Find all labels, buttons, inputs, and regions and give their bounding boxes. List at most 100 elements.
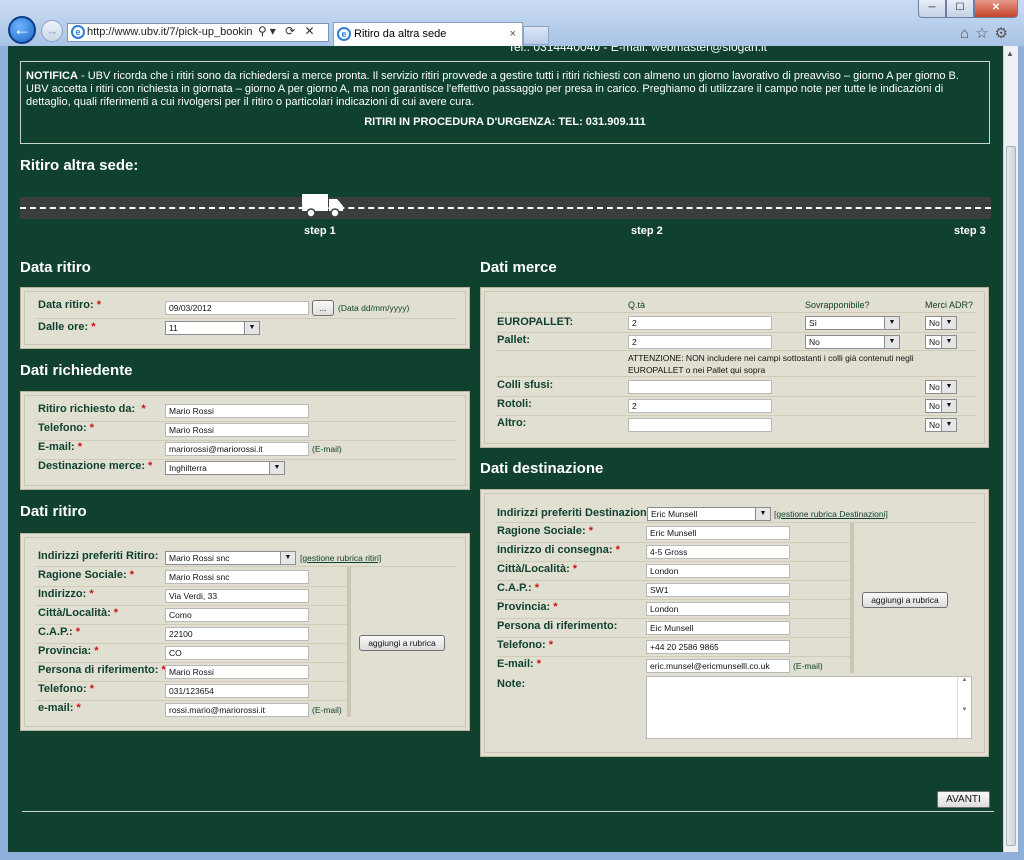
dest-field-input[interactable]: +44 20 2586 9865	[646, 640, 790, 654]
data-ritiro-title: Data ritiro	[20, 259, 91, 276]
textarea-scrollbar[interactable]: ▲ ▼	[957, 677, 971, 738]
dest-field-input[interactable]: Eic Munsell	[646, 621, 790, 635]
hour-select[interactable]: 11 ▼	[165, 321, 260, 335]
scrollbar-thumb[interactable]	[1006, 146, 1016, 846]
ritiro-field-input[interactable]: 22100	[165, 627, 309, 641]
richiedente-phone-label: Telefono: *	[38, 422, 95, 434]
chevron-down-icon: ▼	[244, 322, 259, 334]
merce-qty-pallet[interactable]: 2	[628, 335, 772, 349]
chevron-down-icon: ▼	[941, 317, 956, 329]
address-tools[interactable]: ⚲▾ ⟳ ✕	[258, 24, 318, 38]
dest-field-label: Ragione Sociale: *	[497, 525, 593, 537]
ritiro-title: Dati ritiro	[20, 503, 87, 520]
dest-field-input[interactable]: London	[646, 564, 790, 578]
ritiro-field-label: C.A.P.: *	[38, 626, 80, 638]
ritiro-field-input[interactable]: CO	[165, 646, 309, 660]
destinazione-merce-select[interactable]: Inghilterra ▼	[165, 461, 285, 475]
ritiro-field-label: e-mail: *	[38, 702, 81, 714]
richiedente-email-input[interactable]: mariorossi@mariorossi.it	[165, 442, 309, 456]
chevron-down-icon: ▼	[941, 381, 956, 393]
merce-title: Dati merce	[480, 259, 557, 276]
date-input[interactable]: 09/03/2012	[165, 301, 309, 315]
merce-qty-rotoli[interactable]: 2	[628, 399, 772, 413]
browser-toolbar: ─ ☐ ✕ ← → e http://www.ubv.it/7/pick-up_…	[0, 0, 1024, 47]
home-icon[interactable]: ⌂	[960, 25, 975, 42]
chevron-down-icon: ▼	[884, 336, 899, 348]
merce-qty-europallet[interactable]: 2	[628, 316, 772, 330]
note-label: Note:	[497, 678, 526, 690]
chevron-down-icon: ▼	[941, 336, 956, 348]
window-frame-right	[1017, 46, 1024, 860]
richiedente-phone-input[interactable]: Mario Rossi	[165, 423, 309, 437]
dest-rubrica-link[interactable]: [gestione rubrica Destinazioni]	[774, 509, 888, 519]
ritiro-rubrica-link[interactable]: [gestione rubrica ritiri]	[300, 553, 381, 563]
merce-adr-altro[interactable]: No ▼	[925, 418, 957, 432]
ritiro-field-label: Città/Località: *	[38, 607, 119, 619]
merce-adr-pallet[interactable]: No ▼	[925, 335, 957, 349]
ritiro-field-label: Ragione Sociale: *	[38, 569, 134, 581]
dest-field-input[interactable]: London	[646, 602, 790, 616]
data-ritiro-panel: Data ritiro: * 09/03/2012 ... (Data dd/m…	[20, 287, 470, 349]
tab-close-icon[interactable]: ×	[510, 23, 516, 45]
merce-label-pallet: Pallet:	[497, 334, 531, 346]
ritiro-email-hint: (E-mail)	[312, 705, 342, 715]
chevron-down-icon: ▼	[941, 400, 956, 412]
merce-adr-colli[interactable]: No ▼	[925, 380, 957, 394]
favorites-star-icon[interactable]: ☆	[975, 25, 994, 42]
merce-stack-pallet[interactable]: No ▼	[805, 335, 900, 349]
notice-label: NOTIFICA	[26, 70, 78, 82]
merce-col-adr: Merci ADR?	[925, 300, 974, 310]
destinazione-panel: Indirizzi preferiti Destinazioni: Eric M…	[480, 489, 989, 757]
tab-ritiro[interactable]: e Ritiro da altra sede ×	[333, 22, 523, 46]
ritiro-field-input[interactable]: Como	[165, 608, 309, 622]
dest-field-input[interactable]: 4-5 Gross	[646, 545, 790, 559]
page-title: Ritiro altra sede:	[20, 157, 139, 174]
merce-adr-europallet[interactable]: No ▼	[925, 316, 957, 330]
ritiro-pref-select[interactable]: Mario Rossi snc ▼	[165, 551, 296, 565]
dest-add-rubrica-button[interactable]: aggiungi a rubrica	[862, 592, 948, 608]
note-textarea[interactable]: ▲ ▼	[646, 676, 972, 739]
dest-field-label: Telefono: *	[497, 639, 554, 651]
ritiro-field-input[interactable]: rossi.mario@mariorossi.it	[165, 703, 309, 717]
scroll-up-icon[interactable]: ▲	[1006, 49, 1014, 58]
dest-field-input[interactable]: SW1	[646, 583, 790, 597]
step-1: step 1	[304, 225, 336, 237]
chevron-down-icon: ▼	[941, 419, 956, 431]
ritiro-add-rubrica-button[interactable]: aggiungi a rubrica	[359, 635, 445, 651]
merce-stack-europallet[interactable]: Sì ▼	[805, 316, 900, 330]
date-label: Data ritiro: *	[38, 299, 101, 311]
merce-qty-colli[interactable]	[628, 380, 772, 394]
richiedente-name-input[interactable]: Mario Rossi	[165, 404, 309, 418]
dest-email-hint: (E-mail)	[793, 661, 823, 671]
ritiro-field-input[interactable]: Mario Rossi	[165, 665, 309, 679]
ritiro-field-label: Provincia: *	[38, 645, 99, 657]
dest-field-label: C.A.P.: *	[497, 582, 539, 594]
progress-road	[20, 197, 991, 219]
dest-field-input[interactable]: eric.munsel@ericmunselll.co.uk	[646, 659, 790, 673]
maximize-button[interactable]: ☐	[946, 0, 974, 18]
richiedente-name-label: Ritiro richiesto da: *	[38, 403, 146, 415]
page-scrollbar[interactable]: ▲	[1003, 46, 1018, 852]
ie-icon: e	[337, 27, 351, 41]
back-button[interactable]: ←	[8, 16, 36, 44]
close-window-button[interactable]: ✕	[974, 0, 1018, 18]
new-tab-button[interactable]	[523, 26, 549, 45]
avanti-button[interactable]: AVANTI	[937, 791, 990, 808]
dest-field-label: Persona di riferimento:	[497, 620, 618, 632]
dest-field-input[interactable]: Eric Munsell	[646, 526, 790, 540]
merce-adr-rotoli[interactable]: No ▼	[925, 399, 957, 413]
window-controls: ─ ☐ ✕	[918, 0, 1018, 18]
date-picker-button[interactable]: ...	[312, 300, 334, 316]
forward-button[interactable]: →	[41, 20, 63, 42]
ritiro-field-input[interactable]: Via Verdi, 33	[165, 589, 309, 603]
gear-icon[interactable]: ⚙	[995, 25, 1014, 42]
merce-qty-altro[interactable]	[628, 418, 772, 432]
merce-warning: ATTENZIONE: NON includere nei campi sott…	[628, 353, 914, 375]
merce-label-rotoli: Rotoli:	[497, 398, 532, 410]
dest-pref-select[interactable]: Eric Munsell ▼	[647, 507, 771, 521]
ritiro-field-input[interactable]: 031/123654	[165, 684, 309, 698]
window-frame-left	[0, 46, 8, 852]
ritiro-field-input[interactable]: Mario Rossi snc	[165, 570, 309, 584]
minimize-button[interactable]: ─	[918, 0, 946, 18]
merce-col-stack: Sovrapponibile?	[805, 300, 870, 310]
